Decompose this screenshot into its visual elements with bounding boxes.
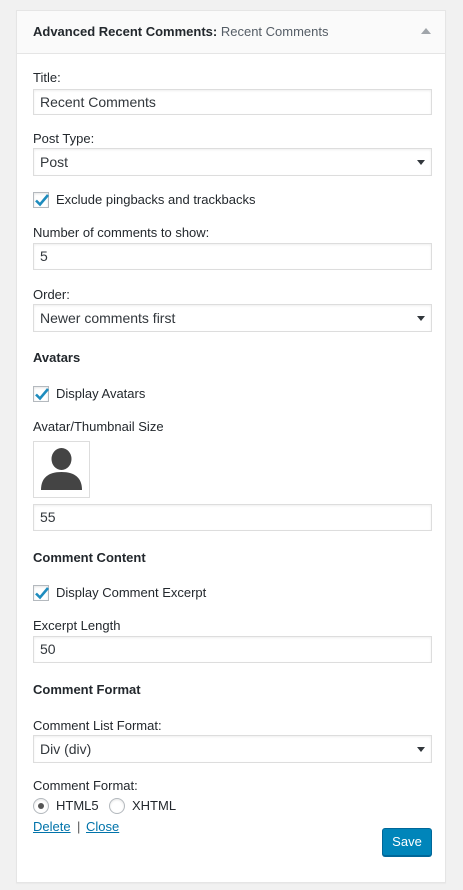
delete-link[interactable]: Delete <box>33 819 71 834</box>
widget-title-main: Advanced Recent Comments: <box>33 24 218 39</box>
action-separator: | <box>77 819 81 834</box>
user-silhouette-icon <box>41 448 82 490</box>
dropdown-caret-icon <box>417 316 425 321</box>
avatar-size-input[interactable]: 55 <box>33 504 432 531</box>
title-input[interactable]: Recent Comments <box>33 89 432 115</box>
comment-excerpt-checkbox[interactable] <box>33 585 49 601</box>
post-type-label: Post Type: <box>33 131 95 146</box>
radio-xhtml-label: XHTML <box>132 798 177 813</box>
radio-html5-label: HTML5 <box>56 798 99 813</box>
num-comments-input[interactable]: 5 <box>33 243 432 270</box>
excerpt-length-input[interactable]: 50 <box>33 636 432 663</box>
avatar-size-label: Avatar/Thumbnail Size <box>33 419 164 434</box>
list-format-select[interactable]: Div (div) <box>33 735 432 763</box>
checkmark-icon <box>35 194 49 207</box>
order-value: Newer comments first <box>40 310 176 326</box>
checkmark-icon <box>35 388 49 401</box>
excerpt-length-label: Excerpt Length <box>33 618 121 633</box>
list-format-value: Div (div) <box>40 741 92 757</box>
display-avatars-checkbox[interactable] <box>33 386 49 402</box>
comment-excerpt-label: Display Comment Excerpt <box>56 585 207 600</box>
dropdown-caret-icon <box>417 747 425 752</box>
checkmark-icon <box>35 587 49 600</box>
radio-html5[interactable] <box>33 798 49 814</box>
order-label: Order: <box>33 287 70 302</box>
num-comments-label: Number of comments to show: <box>33 225 210 240</box>
post-type-select[interactable]: Post <box>33 148 432 176</box>
title-label: Title: <box>33 70 61 85</box>
save-button[interactable]: Save <box>382 828 432 856</box>
order-select[interactable]: Newer comments first <box>33 304 432 332</box>
list-format-label: Comment List Format: <box>33 718 162 733</box>
comment-content-heading: Comment Content <box>33 550 146 565</box>
widget-title-sub: Recent Comments <box>220 24 329 39</box>
close-link[interactable]: Close <box>86 819 119 834</box>
exclude-pingbacks-label: Exclude pingbacks and trackbacks <box>56 192 256 207</box>
exclude-pingbacks-checkbox[interactable] <box>33 192 49 208</box>
avatar-preview <box>33 441 90 498</box>
widget-header[interactable]: Advanced Recent Comments: Recent Comment… <box>17 11 445 54</box>
comment-format-label: Comment Format: <box>33 778 138 793</box>
dropdown-caret-icon <box>417 160 425 165</box>
post-type-value: Post <box>40 154 69 170</box>
radio-selected-dot <box>38 803 44 809</box>
comment-format-heading: Comment Format <box>33 682 141 697</box>
avatars-heading: Avatars <box>33 350 81 365</box>
widget-title: Advanced Recent Comments: Recent Comment… <box>33 24 329 39</box>
radio-xhtml[interactable] <box>109 798 125 814</box>
collapse-arrow-icon[interactable] <box>421 28 431 34</box>
display-avatars-label: Display Avatars <box>56 386 146 401</box>
